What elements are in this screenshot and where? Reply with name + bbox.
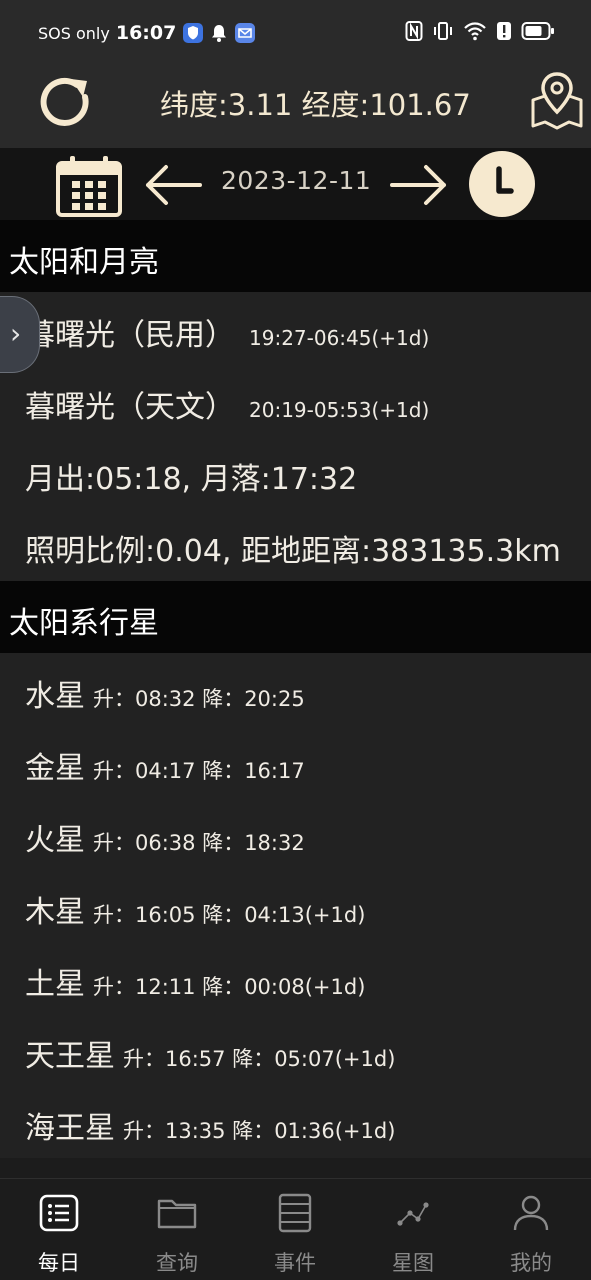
planets-panel: 水星 升：08:32 降：20:25 金星 升：04:17 降：16:17 火星…	[0, 653, 591, 1158]
sun-moon-panel: 暮曙光（民用） 19:27-06:45(+1d) 暮曙光（天文） 20:19-0…	[0, 292, 591, 581]
clock-button[interactable]	[469, 151, 535, 217]
nav-label: 查询	[156, 1251, 198, 1275]
planet-times: 升：16:05 降：04:13(+1d)	[93, 903, 366, 927]
battery-icon	[521, 22, 554, 40]
planet-row: 天王星 升：16:57 降：05:07(+1d)	[25, 1031, 395, 1075]
planet-row: 海王星 升：13:35 降：01:36(+1d)	[25, 1103, 395, 1147]
civil-twilight-time: 19:27-06:45(+1d)	[249, 326, 430, 350]
nav-item-star-chart[interactable]: 星图	[354, 1179, 472, 1280]
vibrate-icon	[434, 22, 452, 40]
coordinates-label: 纬度:3.11 经度:101.67	[160, 88, 471, 122]
illumination-row: 照明比例:0.04, 距地距离:383135.3km	[25, 526, 561, 570]
status-time: 16:07	[115, 22, 177, 44]
bottom-navigation: 每日 查询 事件 星图 我的	[0, 1178, 591, 1280]
clock-icon	[496, 166, 514, 194]
planet-times: 升：08:32 降：20:25	[93, 687, 305, 711]
section-header-sun-moon: 太阳和月亮	[0, 220, 591, 292]
refresh-icon[interactable]	[33, 71, 97, 135]
mail-app-icon	[235, 23, 256, 43]
current-date[interactable]: 2023-12-11	[221, 166, 371, 195]
planet-row: 金星 升：04:17 降：16:17	[25, 743, 305, 787]
planet-name: 土星	[25, 967, 85, 1002]
planet-row: 火星 升：06:38 降：18:32	[25, 815, 305, 859]
planet-row: 水星 升：08:32 降：20:25	[25, 671, 305, 715]
document-icon	[278, 1193, 312, 1233]
arrow-right-icon[interactable]	[388, 162, 450, 208]
astro-twilight-row: 暮曙光（天文） 20:19-05:53(+1d)	[25, 382, 429, 426]
planet-name: 水星	[25, 679, 85, 714]
moonrise-row: 月出:05:18, 月落:17:32	[25, 454, 357, 498]
list-icon	[39, 1194, 79, 1232]
planet-row: 土星 升：12:11 降：00:08(+1d)	[25, 959, 365, 1003]
astro-twilight-time: 20:19-05:53(+1d)	[249, 398, 430, 422]
nav-item-profile[interactable]: 我的	[472, 1179, 590, 1280]
planet-name: 金星	[25, 751, 85, 786]
map-pin-icon[interactable]	[528, 70, 586, 130]
civil-twilight-row: 暮曙光（民用） 19:27-06:45(+1d)	[25, 310, 429, 354]
folder-icon	[157, 1199, 197, 1229]
astro-twilight-label: 暮曙光（天文）	[25, 390, 235, 425]
status-left: SOS only 16:07	[38, 22, 256, 44]
planet-times: 升：04:17 降：16:17	[93, 759, 305, 783]
person-icon	[513, 1195, 549, 1231]
status-right	[405, 20, 555, 42]
app-header: 纬度:3.11 经度:101.67	[0, 66, 591, 148]
chevron-right-icon: ›	[10, 317, 22, 350]
planet-times: 升：12:11 降：00:08(+1d)	[93, 975, 366, 999]
planet-name: 天王星	[25, 1039, 115, 1074]
planet-times: 升：06:38 降：18:32	[93, 831, 305, 855]
arrow-left-icon[interactable]	[142, 162, 204, 208]
nav-label: 星图	[392, 1251, 434, 1275]
calendar-icon[interactable]	[54, 153, 124, 219]
nfc-icon	[405, 21, 423, 41]
nav-label: 每日	[38, 1251, 80, 1275]
nav-item-events[interactable]: 事件	[236, 1179, 354, 1280]
side-drawer-tab[interactable]: ›	[0, 296, 40, 373]
carrier-text: SOS only	[38, 23, 110, 43]
nav-label: 我的	[510, 1251, 552, 1275]
nav-item-query[interactable]: 查询	[118, 1179, 236, 1280]
section-title: 太阳和月亮	[9, 245, 159, 280]
planet-times: 升：13:35 降：01:36(+1d)	[123, 1119, 396, 1143]
moonrise-moonset-text: 月出:05:18, 月落:17:32	[25, 462, 358, 497]
shield-icon	[183, 23, 204, 43]
planet-times: 升：16:57 降：05:07(+1d)	[123, 1047, 396, 1071]
section-title: 太阳系行星	[9, 606, 159, 641]
planet-row: 木星 升：16:05 降：04:13(+1d)	[25, 887, 365, 931]
planet-name: 木星	[25, 895, 85, 930]
nav-item-daily[interactable]: 每日	[0, 1179, 118, 1280]
civil-twilight-label: 暮曙光（民用）	[25, 318, 235, 353]
section-header-planets: 太阳系行星	[0, 581, 591, 653]
wifi-icon	[464, 22, 486, 41]
bell-icon	[212, 25, 227, 42]
planet-name: 海王星	[25, 1111, 115, 1146]
sim-alert-icon	[497, 22, 511, 40]
status-bar: SOS only 16:07	[0, 0, 591, 66]
star-chart-icon	[397, 1202, 429, 1226]
planet-name: 火星	[25, 823, 85, 858]
nav-label: 事件	[274, 1251, 316, 1275]
date-navigation-bar: 2023-12-11	[0, 148, 591, 220]
illumination-distance-text: 照明比例:0.04, 距地距离:383135.3km	[25, 534, 561, 569]
